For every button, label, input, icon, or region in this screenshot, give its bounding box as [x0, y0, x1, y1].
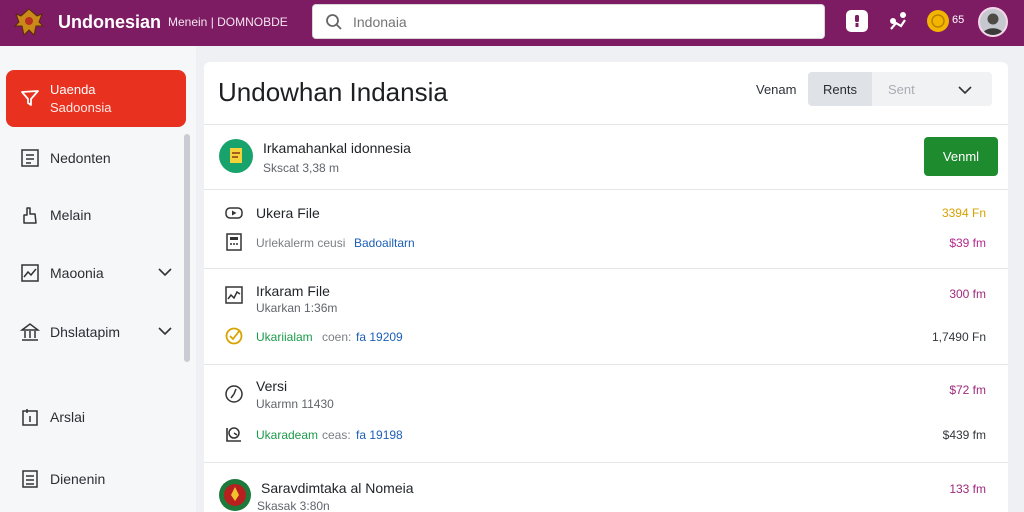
document-icon: [21, 149, 39, 167]
chevron-down-icon[interactable]: [958, 85, 972, 95]
chevron-down-icon[interactable]: [158, 326, 172, 336]
sidebar-item-label: Dhslatapim: [50, 324, 121, 340]
sidebar-active-sublabel: Sadoonsia: [50, 100, 112, 115]
view-label: Venam: [756, 82, 797, 97]
clock-icon: [225, 385, 243, 403]
segment-control[interactable]: Rents Sent: [808, 72, 992, 106]
page-title: Undowhan Indansia: [218, 77, 448, 107]
search-box[interactable]: [312, 4, 825, 39]
main-panel: Undowhan Indansia Venam Rents Sent Irkam…: [204, 62, 1008, 512]
segment-option-rents[interactable]: Rents: [808, 72, 872, 106]
emblem-logo-icon: [13, 8, 45, 36]
top-bar: Undonesian Menein | DOMNOBDE 65: [0, 0, 1024, 46]
segment-option-sent[interactable]: Sent: [888, 82, 915, 97]
row-title: Saravdimtaka al Nomeia: [261, 480, 414, 496]
sidebar: Uaenda Sadoonsia Nedonten Melain Maoonia: [0, 46, 196, 512]
sidebar-item-arslai[interactable]: Arslai: [0, 397, 186, 437]
detail-amount: $439 fm: [942, 428, 986, 442]
share-button[interactable]: [887, 10, 909, 32]
detail-label: Urlekalerm ceusi: [256, 236, 346, 250]
row-title: Versi: [256, 378, 288, 394]
divider: [204, 462, 1008, 463]
row-subtitle: Ukarkan 1:36m: [256, 301, 338, 315]
detail-amount: 1,7490 Fn: [931, 330, 986, 344]
sidebar-item-label: Maoonia: [50, 265, 104, 281]
row-subtitle: Skasak 3:80n: [257, 499, 330, 512]
detail-mid: coen:: [322, 330, 352, 344]
divider: [204, 364, 1008, 365]
row-amount: 300 fm: [949, 287, 986, 301]
app-title: Undonesian: [58, 12, 162, 32]
chart-icon: [21, 264, 39, 282]
sidebar-item-label: Nedonten: [50, 150, 111, 166]
search-icon: [326, 14, 342, 30]
divider: [204, 189, 1008, 190]
sidebar-item-maoonia[interactable]: Maoonia: [0, 253, 186, 293]
sidebar-item-active[interactable]: Uaenda Sadoonsia: [6, 70, 186, 127]
row-title: Ukera File: [256, 205, 320, 221]
top-subtitle: Menein | DOMNOBDE: [168, 15, 288, 29]
video-icon: [225, 207, 243, 219]
hand-icon: [23, 207, 37, 224]
detail-amount: $39 fm: [949, 236, 986, 250]
detail-mid: ceas:: [322, 428, 351, 442]
chevron-down-icon[interactable]: [158, 267, 172, 277]
sidebar-item-dhslatapim[interactable]: Dhslatapim: [0, 312, 186, 352]
check-circle-icon: [225, 327, 243, 345]
row-subtitle: Skscat 3,38 m: [263, 161, 340, 175]
user-avatar[interactable]: [978, 7, 1008, 37]
divider: [204, 124, 1008, 125]
detail-value[interactable]: Badoailtarn: [354, 236, 415, 250]
detail-value[interactable]: fa 19198: [356, 428, 403, 442]
row-title: Irkamahankal idonnesia: [263, 140, 411, 156]
sidebar-item-nedonten[interactable]: Nedonten: [0, 138, 186, 178]
chart-box-icon: [225, 286, 243, 304]
detail-label: Ukaradeam: [256, 428, 319, 442]
sidebar-scrollbar[interactable]: [184, 134, 190, 362]
sidebar-item-label: Arslai: [50, 409, 86, 425]
coin-icon[interactable]: [927, 10, 949, 32]
share-icon: [890, 12, 906, 30]
app-badge-icon: [219, 139, 253, 173]
archive-icon: [22, 409, 38, 426]
detail-value[interactable]: fa 19209: [356, 330, 403, 344]
divider: [204, 268, 1008, 269]
sidebar-item-label: Dienenin: [50, 471, 106, 487]
primary-action-button[interactable]: Venml: [924, 137, 998, 176]
lock-button[interactable]: [846, 10, 868, 32]
row-subtitle: Ukarmn 11430: [256, 397, 334, 411]
emblem-icon: [219, 479, 251, 511]
lock-icon: [855, 15, 859, 27]
sidebar-active-label: Uaenda: [50, 82, 96, 97]
row-amount: $72 fm: [949, 383, 986, 397]
coin-count: 65: [952, 14, 965, 26]
time-icon: [226, 427, 241, 442]
sidebar-item-dienenin[interactable]: Dienenin: [0, 459, 186, 499]
landmark-icon: [20, 323, 40, 341]
detail-label: Ukariialam: [256, 330, 313, 344]
filter-icon: [21, 90, 39, 106]
calculator-icon: [226, 233, 242, 251]
sidebar-item-melain[interactable]: Melain: [0, 195, 186, 235]
search-input[interactable]: [353, 11, 813, 33]
sidebar-item-label: Melain: [50, 207, 92, 223]
list-icon: [22, 470, 38, 488]
row-amount: 3394 Fn: [941, 206, 986, 220]
row-title: Irkaram File: [256, 283, 330, 299]
row-amount: 133 fm: [949, 482, 986, 496]
